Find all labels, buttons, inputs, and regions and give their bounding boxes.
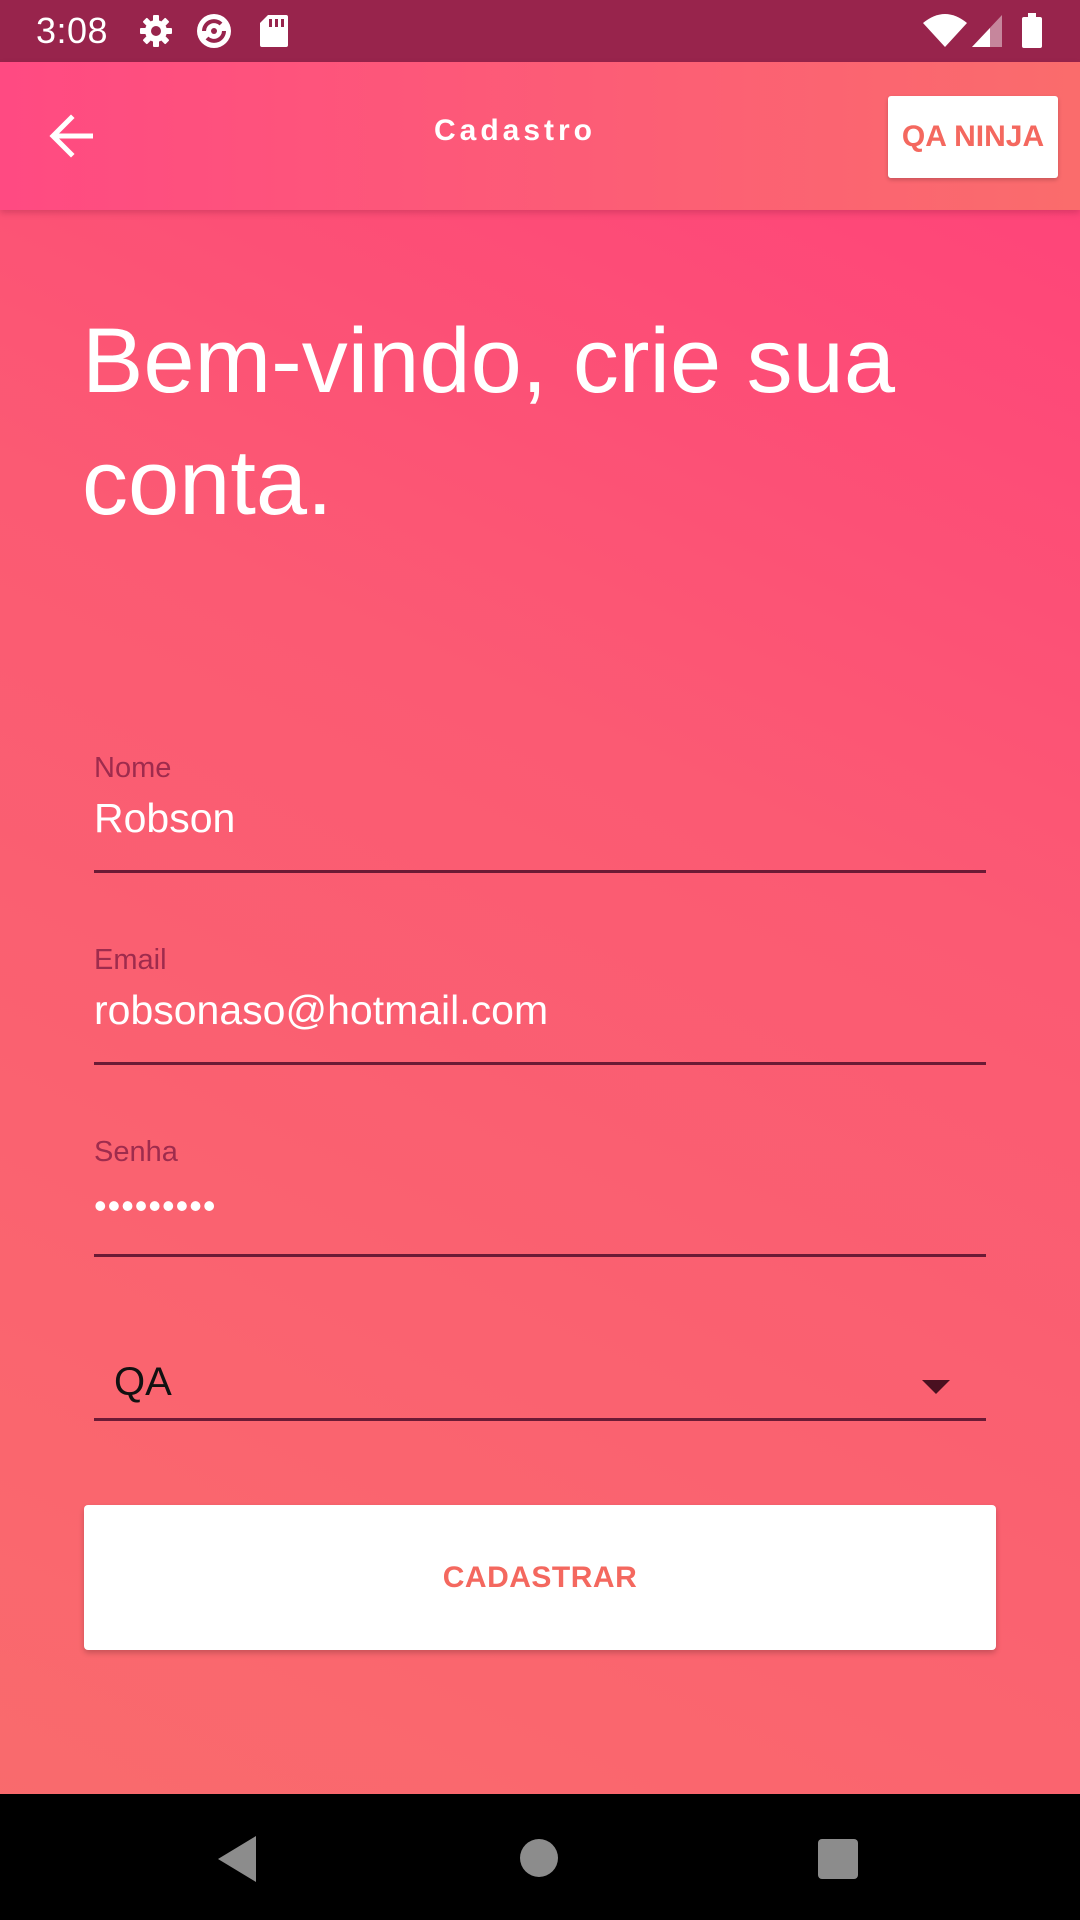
password-input[interactable]: •••••••••	[94, 1178, 216, 1234]
name-label: Nome	[94, 752, 172, 784]
email-label: Email	[94, 944, 167, 976]
password-field: Senha •••••••••	[94, 1136, 986, 1257]
dropdown-arrow-icon	[922, 1380, 950, 1394]
email-input[interactable]	[94, 982, 986, 1038]
role-underline	[94, 1418, 986, 1421]
name-field: Nome	[94, 752, 986, 873]
email-underline	[94, 1062, 986, 1065]
gear-icon	[136, 13, 176, 49]
welcome-heading: Bem-vindo, crie sua conta.	[82, 310, 895, 534]
status-bar: 3:08	[0, 0, 1080, 62]
nav-back-icon[interactable]	[218, 1836, 256, 1882]
name-input[interactable]	[94, 790, 986, 846]
navigation-bar	[0, 1794, 1080, 1920]
app-bar: Cadastro QA NINJA	[0, 62, 1080, 210]
role-select[interactable]: QA	[94, 1352, 986, 1422]
email-field: Email	[94, 944, 986, 1065]
sync-icon	[192, 13, 236, 49]
password-underline	[94, 1254, 986, 1257]
nav-recents-icon[interactable]	[818, 1839, 858, 1879]
status-time: 3:08	[36, 10, 109, 51]
sd-card-icon	[258, 13, 290, 49]
password-label: Senha	[94, 1136, 178, 1168]
name-underline	[94, 870, 986, 873]
signup-screen: 3:08 Cadastro QA NINJA Bem-vindo, crie s…	[0, 0, 1080, 1920]
battery-icon	[1020, 13, 1044, 49]
qa-ninja-button[interactable]: QA NINJA	[888, 96, 1058, 178]
nav-home-icon[interactable]	[520, 1839, 558, 1877]
role-select-value: QA	[114, 1360, 172, 1404]
cadastrar-button[interactable]: CADASTRAR	[84, 1505, 996, 1650]
signal-icon	[970, 13, 1004, 49]
wifi-icon	[922, 13, 968, 49]
page-title: Cadastro	[433, 114, 597, 147]
